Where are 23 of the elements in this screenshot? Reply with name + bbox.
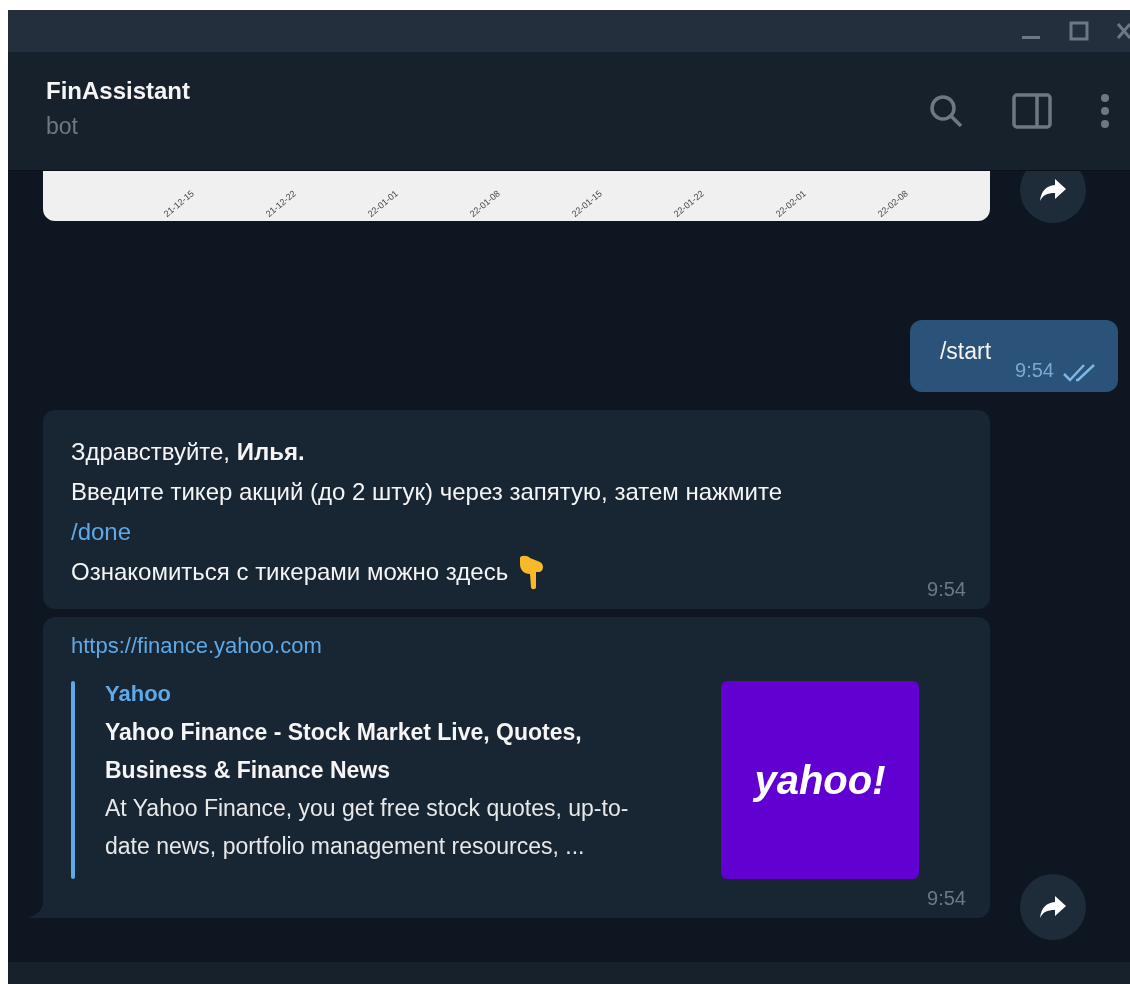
- message-time: 9:54: [927, 887, 966, 910]
- message-time: 9:54: [1015, 359, 1054, 382]
- command-link[interactable]: /done: [71, 512, 783, 552]
- chat-status: bot: [46, 112, 79, 140]
- message-text: Здравствуйте, Илья.: [71, 437, 305, 467]
- chat-title: FinAssistant: [46, 76, 192, 105]
- url-link[interactable]: https://finance.yahoo.com: [71, 633, 966, 659]
- more-icon[interactable]: [1100, 93, 1110, 129]
- message-text: Ознакомиться с тикерами можно здесь: [71, 557, 509, 587]
- preview-site: Yahoo: [105, 680, 172, 708]
- preview-title: Yahoo Finance - Stock Market Live, Quotes, Business & Finance News: [105, 718, 583, 785]
- search-icon[interactable]: [928, 93, 964, 129]
- forward-icon: [1038, 177, 1068, 203]
- message-text: /start: [939, 338, 992, 365]
- message-time: 9:54: [927, 578, 966, 601]
- close-icon[interactable]: [1116, 20, 1130, 42]
- maximize-icon[interactable]: [1068, 20, 1090, 42]
- forward-button[interactable]: [1020, 171, 1086, 223]
- preview-description: At Yahoo Finance, you get free stock quotes, up-to-date news, portfolio management resources, ...: [105, 794, 630, 861]
- forward-icon: [1038, 894, 1068, 920]
- preview-logo: yahoo!: [721, 681, 919, 879]
- message-text: Введите тикер акций (до 2 штук) через запятую, затем нажмите /done: [71, 472, 783, 552]
- sidebar-toggle-icon[interactable]: [1012, 93, 1052, 129]
